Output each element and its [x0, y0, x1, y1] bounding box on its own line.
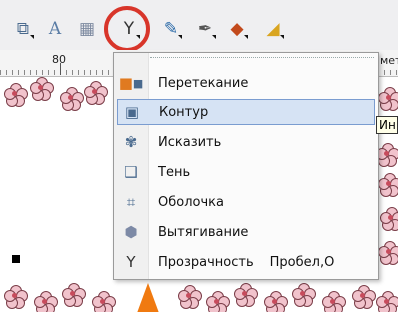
- flower-shape[interactable]: [376, 143, 398, 167]
- menu-item-distort[interactable]: ✾ Исказить: [117, 129, 375, 155]
- menu-item-label: Исказить: [158, 134, 222, 150]
- flower-shape[interactable]: [34, 291, 58, 312]
- shadow-icon: ❑: [124, 163, 138, 181]
- extrude-icon: ⬢: [124, 223, 138, 241]
- flower-shape[interactable]: [84, 81, 108, 105]
- distort-icon: ✾: [124, 133, 138, 151]
- outline-pen-icon[interactable]: ✒: [194, 18, 216, 40]
- flower-shape[interactable]: [92, 291, 116, 312]
- menu-item-transparency[interactable]: Y Прозрачность Пробел,О: [117, 249, 375, 275]
- effects-menu: ■ ■ Перетекание ▣ Контур ✾ Исказить ❑ Тен…: [113, 52, 379, 280]
- flower-shape[interactable]: [264, 291, 288, 312]
- ruler-label: 80: [52, 53, 66, 66]
- flower-shape[interactable]: [30, 77, 54, 101]
- flower-shape[interactable]: [380, 207, 398, 231]
- text-icon[interactable]: A: [44, 18, 66, 40]
- toolbar: ⧉ A ▦ Y ✎ ✒ ◆ ◢: [0, 0, 398, 50]
- interactive-fill-icon[interactable]: ◢: [262, 18, 284, 40]
- flower-shape[interactable]: [178, 285, 202, 309]
- menu-item-blend[interactable]: ■ ■ Перетекание: [117, 70, 375, 96]
- effects-icon[interactable]: ⧉: [12, 18, 34, 40]
- flower-shape[interactable]: [234, 283, 258, 307]
- menu-item-label: Перетекание: [158, 75, 249, 91]
- menu-item-shortcut: Пробел,О: [269, 254, 335, 270]
- eyedropper-icon[interactable]: ✎: [160, 18, 182, 40]
- menu-item-shadow[interactable]: ❑ Тень: [117, 159, 375, 185]
- flower-shape[interactable]: [352, 285, 376, 309]
- flower-shape[interactable]: [62, 283, 86, 307]
- menu-item-label: Тень: [158, 164, 191, 180]
- flower-shape[interactable]: [376, 291, 398, 312]
- flower-shape[interactable]: [378, 87, 398, 111]
- transparency-icon: Y: [126, 253, 136, 271]
- flower-shape[interactable]: [206, 291, 230, 312]
- table-icon[interactable]: ▦: [76, 18, 98, 40]
- ruler-unit-label: мет: [380, 54, 398, 67]
- menu-item-extrude[interactable]: ⬢ Вытягивание: [117, 219, 375, 245]
- flower-shape[interactable]: [378, 241, 398, 265]
- menu-item-label: Прозрачность: [158, 254, 254, 270]
- fill-icon[interactable]: ◆: [226, 18, 248, 40]
- tooltip: Ин: [376, 116, 398, 134]
- envelope-icon: ⌗: [126, 193, 136, 211]
- selection-handle[interactable]: [12, 255, 20, 263]
- contour-icon: ▣: [124, 103, 140, 121]
- highlight-ring: [104, 6, 150, 52]
- flower-shape[interactable]: [378, 173, 398, 197]
- flower-shape[interactable]: [4, 83, 28, 107]
- flower-shape[interactable]: [322, 291, 346, 312]
- menu-item-label: Оболочка: [158, 194, 224, 210]
- menu-item-contour[interactable]: ▣ Контур: [117, 99, 375, 125]
- orange-shape[interactable]: [137, 283, 159, 312]
- menu-tear-off[interactable]: [150, 57, 374, 59]
- menu-item-label: Вытягивание: [158, 224, 249, 240]
- flower-shape[interactable]: [60, 87, 84, 111]
- blend-icon: ■ ■: [118, 74, 144, 92]
- flower-shape[interactable]: [4, 285, 28, 309]
- menu-item-envelope[interactable]: ⌗ Оболочка: [117, 189, 375, 215]
- menu-item-label: Контур: [159, 104, 209, 120]
- flower-shape[interactable]: [292, 283, 316, 307]
